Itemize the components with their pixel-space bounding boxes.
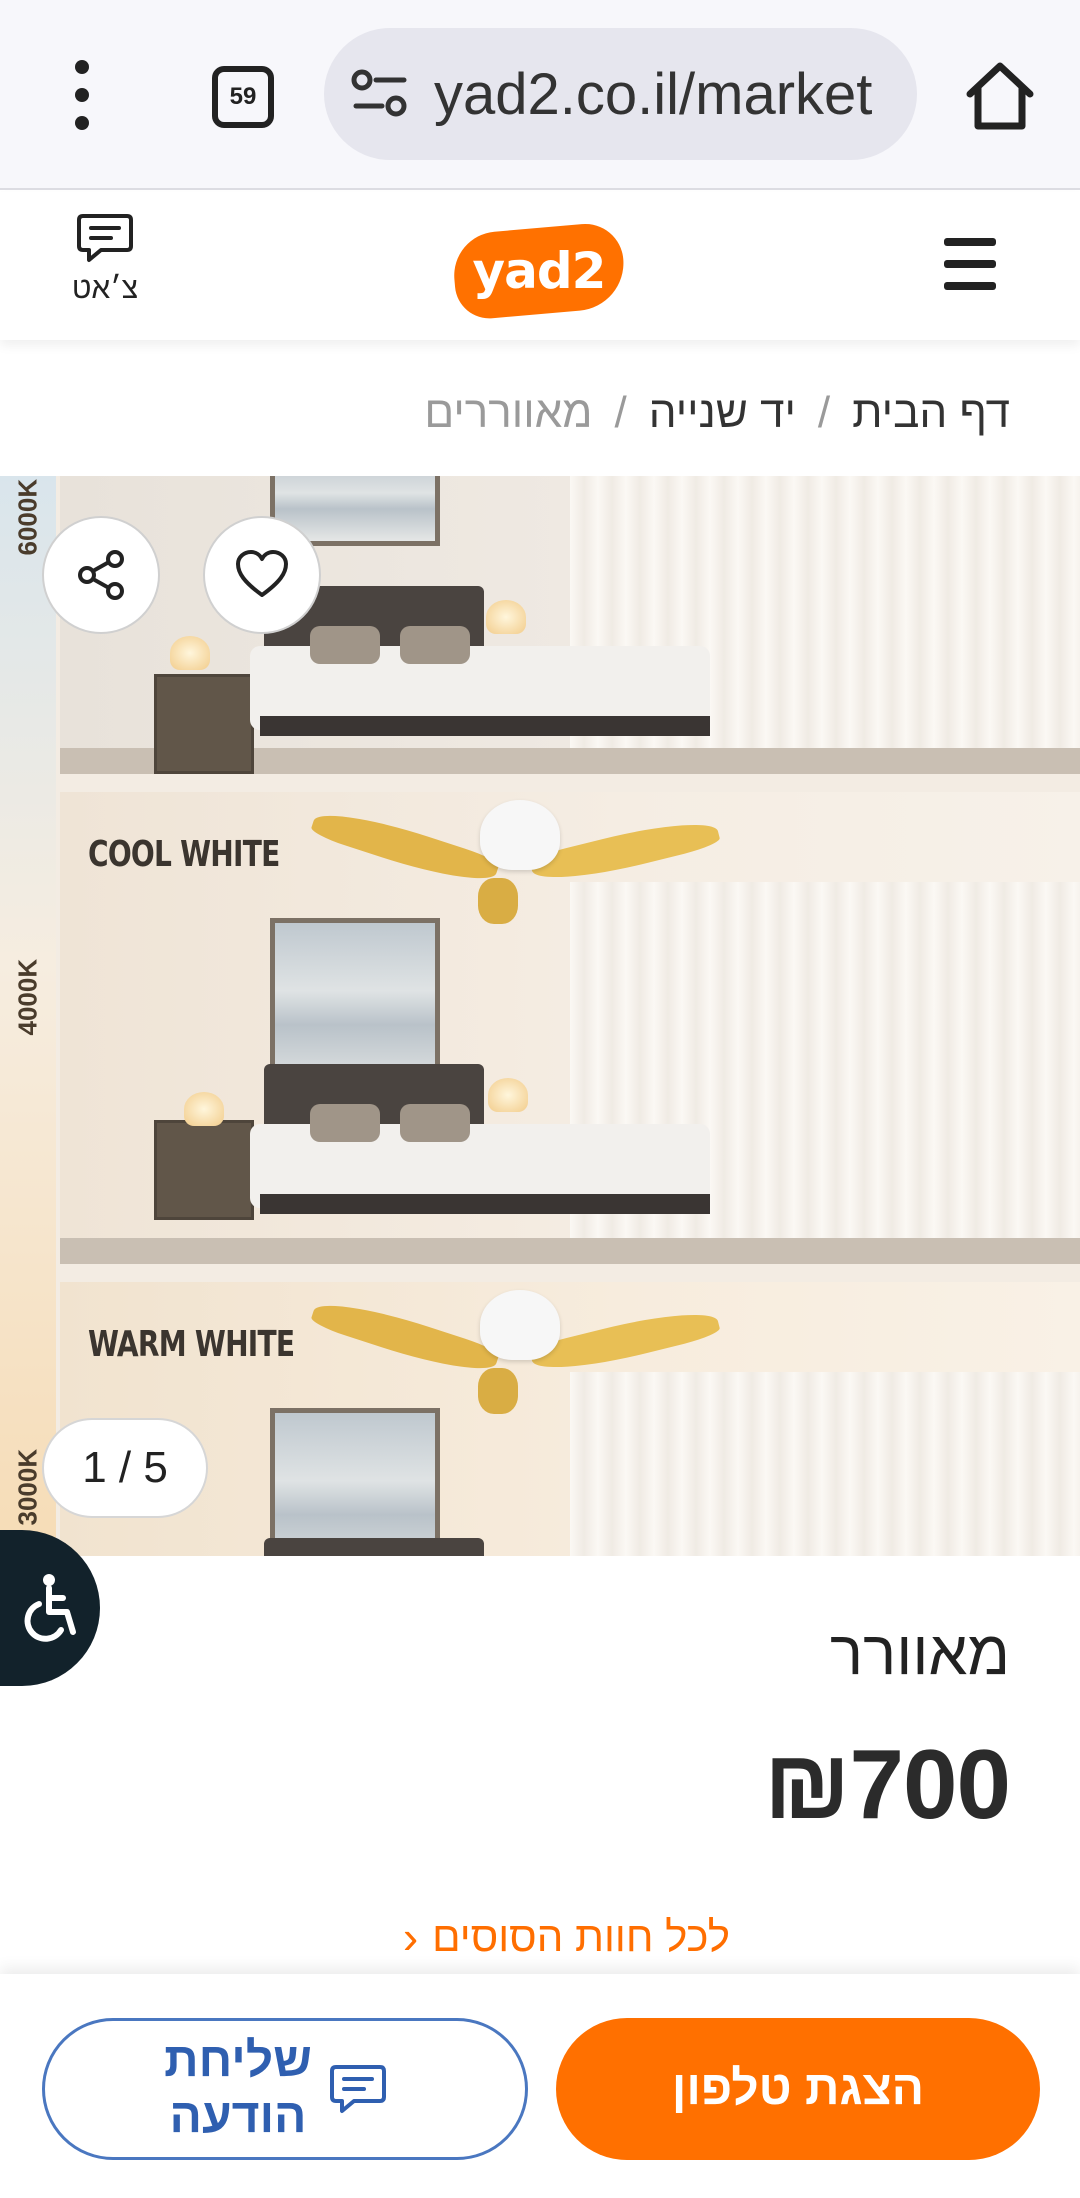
product-photo-panel: WARM WHITE: [60, 1282, 1080, 1556]
product-photo-panel: COOL WHITE: [60, 792, 1080, 1264]
site-settings-icon[interactable]: [350, 68, 410, 120]
favorite-button[interactable]: [203, 516, 321, 634]
address-bar[interactable]: yad2.co.il/market: [324, 28, 917, 160]
category-link[interactable]: לכל חוות הסוסים ‹: [360, 1910, 730, 1964]
kelvin-label: 4000K: [12, 958, 43, 1036]
breadcrumb-home[interactable]: דף הבית: [852, 388, 1010, 437]
breadcrumb-separator: /: [817, 388, 831, 437]
image-gallery[interactable]: 6000K 4000K 3000K COOL WHITE WARM WHITE …: [0, 476, 1080, 1556]
more-menu-icon[interactable]: [62, 60, 102, 130]
gallery-counter: 1 / 5: [42, 1418, 208, 1518]
tab-count: 59: [229, 83, 257, 110]
message-bubble-icon: [330, 2065, 386, 2113]
accessibility-icon: [24, 1574, 76, 1642]
breadcrumb-fans: מאווררים: [424, 388, 593, 437]
chevron-left-icon: ‹: [402, 1911, 419, 1963]
bottom-action-bar: שליחת הודעה הצגת טלפון: [0, 1974, 1080, 2198]
tab-switcher-button[interactable]: 59: [212, 66, 274, 128]
kelvin-label: 3000K: [12, 1448, 43, 1526]
show-phone-button[interactable]: הצגת טלפון: [556, 2018, 1040, 2160]
heart-icon: [236, 550, 288, 597]
product-photo-panel: [60, 476, 1080, 774]
breadcrumb: דף הבית / יד שנייה / מאווררים: [424, 388, 1010, 438]
logo-text: yad2: [472, 242, 607, 300]
send-message-label: שליחת הודעה: [164, 2034, 312, 2143]
share-button[interactable]: [42, 516, 160, 634]
item-price: ₪700: [763, 1729, 1011, 1839]
yad2-logo[interactable]: yad2: [450, 220, 628, 322]
breadcrumb-separator: /: [614, 388, 627, 437]
chat-bubble-icon: [77, 214, 133, 262]
breadcrumb-second-hand[interactable]: יד שנייה: [649, 388, 796, 437]
send-message-button[interactable]: שליחת הודעה: [42, 2018, 528, 2160]
color-temperature-scale: 6000K 4000K 3000K: [0, 476, 56, 1556]
item-title: מאוורר: [830, 1619, 1010, 1688]
photo-caption: WARM WHITE: [88, 1324, 295, 1365]
kelvin-label: 6000K: [12, 478, 43, 556]
url-text: yad2.co.il/market: [434, 62, 873, 127]
share-icon: [78, 550, 124, 600]
chat-button[interactable]: צ׳אט: [50, 210, 160, 330]
site-header: צ׳אט yad2: [0, 192, 1080, 340]
category-link-label: לכל חוות הסוסים: [432, 1913, 730, 1960]
home-icon[interactable]: [960, 58, 1040, 134]
browser-toolbar: 59 yad2.co.il/market: [0, 0, 1080, 190]
chat-label: צ׳אט: [71, 272, 139, 305]
photo-caption: COOL WHITE: [88, 834, 280, 875]
hamburger-menu-icon[interactable]: [944, 238, 996, 290]
